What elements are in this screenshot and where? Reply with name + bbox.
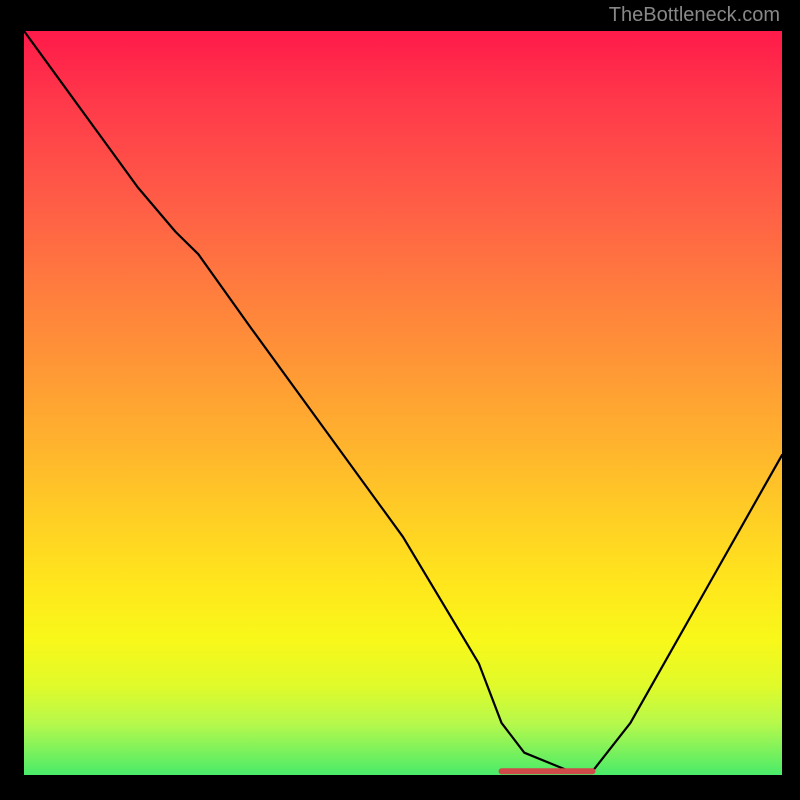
plot-area <box>24 31 782 775</box>
bottleneck-curve-line <box>24 31 782 771</box>
chart-container: TheBottleneck.com <box>0 0 800 800</box>
chart-svg <box>24 31 782 775</box>
watermark-text: TheBottleneck.com <box>609 4 780 27</box>
